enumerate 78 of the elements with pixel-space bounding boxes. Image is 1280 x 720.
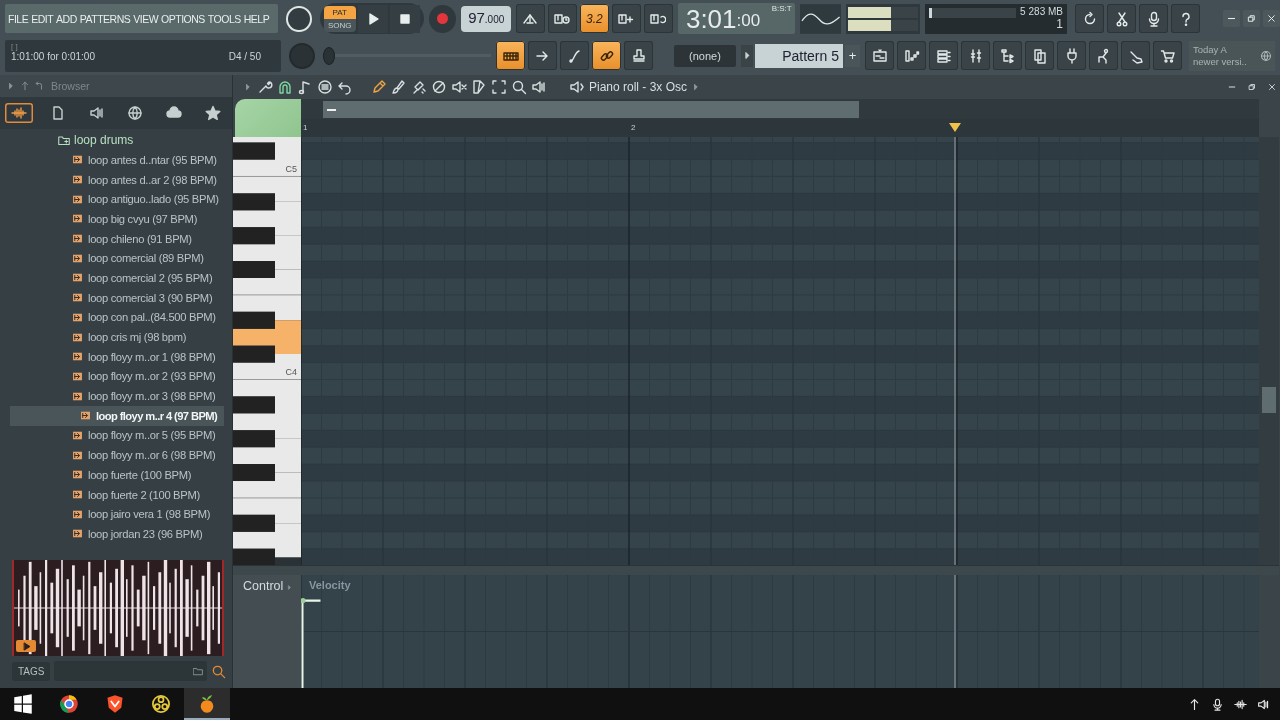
time-unit: B:S:T	[771, 4, 792, 13]
add-pattern-button[interactable]: +	[845, 44, 860, 67]
browser-row[interactable]: loop antiguo..lado (95 BPM)	[10, 189, 224, 210]
loop-title: loop floyy m..or 2 (93 BPM)	[88, 370, 216, 383]
browser-row[interactable]: loop cris mj (98 bpm)	[10, 327, 224, 347]
folder-name: loop drums	[74, 133, 134, 147]
loop-title: loop floyy m..or 6 (98 BPM)	[88, 449, 216, 462]
menu-item[interactable]: EDIT	[31, 12, 54, 25]
browser-row[interactable]: loop jairo vera 1 (98 BPM)	[10, 504, 224, 525]
piano-keyboard[interactable]: C5 C4	[233, 137, 301, 565]
octave-label: C4	[285, 366, 297, 377]
browser-row[interactable]: loop comercial 3 (90 BPM)	[10, 287, 224, 308]
browser-row[interactable]: loop floyy m..or 2 (93 BPM)	[10, 366, 224, 387]
tags-label: TAGS	[12, 661, 51, 681]
hint-text: 1:01:00 for 0:01:00	[11, 50, 95, 62]
timeline-ruler[interactable]: 1 2	[301, 119, 1259, 137]
loop-title: loop cris mj (98 bpm)	[88, 331, 187, 344]
loop-title: loop comercial (89 BPM)	[88, 252, 204, 265]
browser-row[interactable]: loop big cvyu (97 BPM)	[10, 209, 224, 229]
time-ticks: :00	[736, 11, 761, 31]
menu-item[interactable]: TOOLS	[207, 12, 241, 25]
loop-title: loop antiguo..lado (95 BPM)	[88, 193, 219, 206]
browser-row[interactable]: loop floyy m..or 3 (98 BPM)	[10, 386, 224, 406]
browser-row[interactable]: loop floyy m..or 5 (95 BPM)	[10, 425, 224, 446]
loop-title: loop comercial 3 (90 BPM)	[88, 291, 213, 304]
polyphony-count: 5	[1019, 5, 1026, 17]
note-position: D4 / 50	[228, 50, 261, 62]
browser-row[interactable]: loop comercial (89 BPM)	[10, 248, 224, 269]
loop-title: loop floyy m..r 4 (97 BPM)	[96, 409, 218, 422]
news-date: Today A	[1193, 43, 1228, 56]
browser-row[interactable]: loop jordan 23 (96 BPM)	[10, 524, 224, 544]
loop-title: loop jairo vera 1 (98 BPM)	[88, 508, 211, 521]
channel-selector[interactable]: (none)	[674, 44, 736, 67]
control-target[interactable]: Velocity	[309, 579, 351, 591]
browser-row[interactable]: loop floyy m..or 1 (98 BPM)	[10, 346, 224, 367]
octave-label: C5	[285, 163, 297, 174]
news-text: newer versi..	[1193, 55, 1248, 68]
loop-title: loop antes d..ar 2 (98 BPM)	[88, 173, 217, 186]
menu-item[interactable]: FILE	[8, 12, 29, 25]
hint-brackets: [ ]	[11, 41, 19, 51]
time-value: 3:01	[685, 4, 737, 34]
menu-item[interactable]: HELP	[243, 12, 270, 25]
loop-title: loop con pal..(84.500 BPM)	[88, 311, 216, 324]
browser-title: Browser	[51, 80, 90, 92]
browser-row[interactable]: loop floyy m..r 4 (97 BPM)	[10, 405, 224, 426]
bar-number: 1	[303, 123, 308, 132]
loop-title: loop comercial 2 (95 BPM)	[88, 271, 213, 284]
loop-title: loop floyy m..or 3 (98 BPM)	[88, 390, 216, 403]
voice-count: 1	[1056, 16, 1063, 31]
browser-row[interactable]: loop antes d..ntar (95 BPM)	[10, 150, 224, 170]
menu-item[interactable]: OPTIONS	[161, 12, 205, 25]
loop-title: loop fuerte 2 (100 BPM)	[88, 488, 200, 501]
loop-title: loop big cvyu (97 BPM)	[88, 212, 198, 225]
control-label: Control	[243, 579, 284, 593]
loop-title: loop floyy m..or 5 (95 BPM)	[88, 429, 216, 442]
bar-number: 2	[631, 123, 636, 132]
memory-usage: 283 MB	[1028, 5, 1063, 17]
loop-title: loop jordan 23 (96 BPM)	[88, 527, 203, 540]
loop-title: loop floyy m..or 1 (98 BPM)	[88, 350, 216, 363]
window-title: Piano roll - 3x Osc	[589, 80, 688, 94]
loop-title: loop fuerte (100 BPM)	[88, 468, 192, 481]
countdown-button[interactable]: 3.2	[579, 4, 609, 33]
browser-row[interactable]: loop con pal..(84.500 BPM)	[10, 307, 224, 328]
menu-item[interactable]: PATTERNS	[79, 12, 131, 25]
browser-row[interactable]: loop comercial 2 (95 BPM)	[10, 268, 224, 288]
loop-title: loop chileno (91 BPM)	[88, 232, 192, 245]
browser-row[interactable]: loop floyy m..or 6 (98 BPM)	[10, 445, 224, 465]
pattern-mode-button[interactable]: PAT	[323, 5, 356, 19]
tempo-field[interactable]: 97.000	[461, 5, 511, 32]
loop-title: loop antes d..ntar (95 BPM)	[88, 153, 217, 166]
menu-item[interactable]: VIEW	[133, 12, 159, 25]
folder-row[interactable]: loop drums	[0, 130, 232, 150]
menu-item[interactable]: ADD	[56, 12, 77, 25]
browser-row[interactable]: loop chileno (91 BPM)	[10, 228, 224, 249]
browser-row[interactable]: loop fuerte 2 (100 BPM)	[10, 484, 224, 505]
browser-row[interactable]: loop antes d..ar 2 (98 BPM)	[10, 169, 224, 190]
browser-row[interactable]: loop fuerte (100 BPM)	[10, 465, 224, 485]
pattern-selector[interactable]: Pattern 5	[755, 43, 843, 68]
